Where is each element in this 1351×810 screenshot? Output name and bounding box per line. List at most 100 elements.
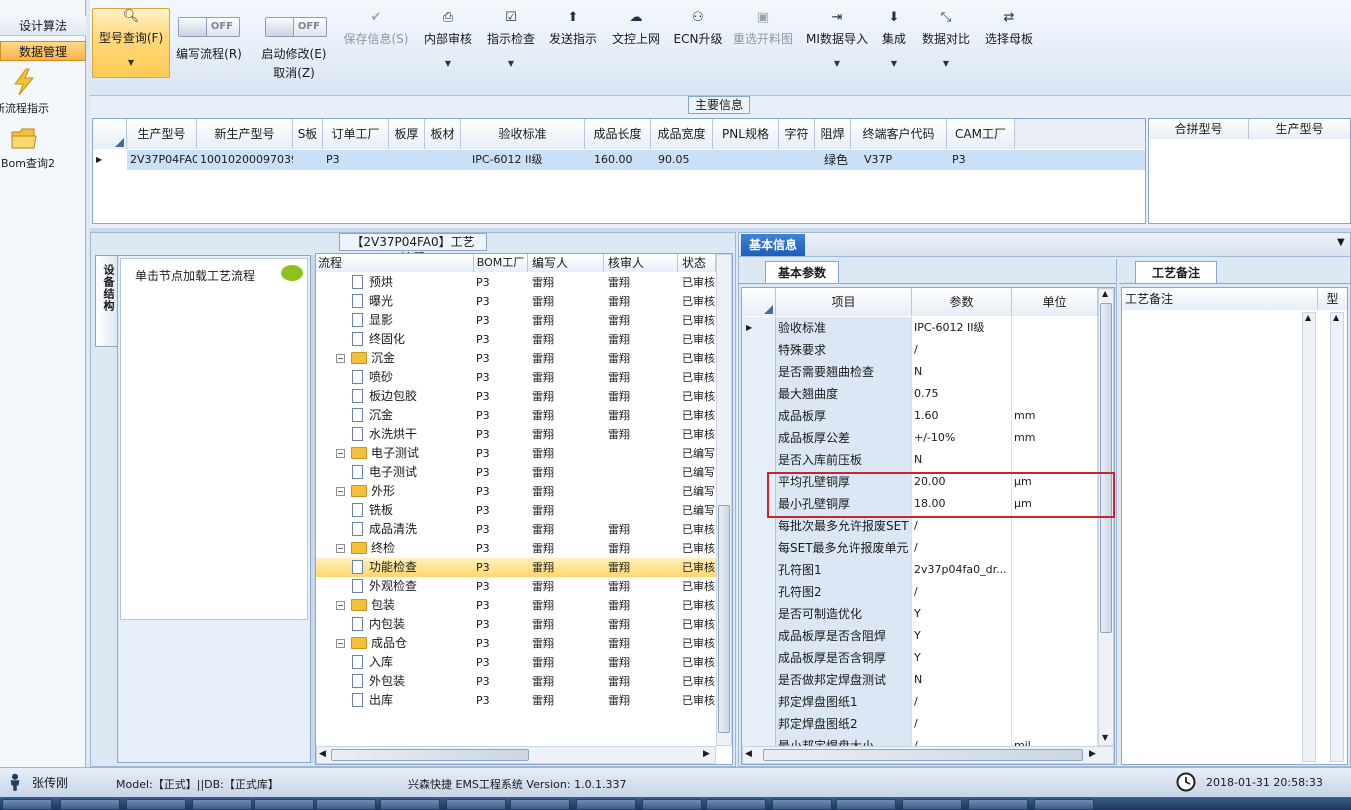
cell-status[interactable]: 已编写 bbox=[682, 501, 716, 520]
cell-param[interactable]: Y bbox=[912, 625, 1012, 647]
tree-row[interactable]: − 外形 P3 雷翔 已编写 bbox=[316, 482, 716, 501]
cell-reviewer[interactable]: 雷翔 bbox=[608, 349, 678, 368]
cell-solder-mask[interactable]: 绿色 bbox=[821, 150, 851, 170]
collapse-icon[interactable]: − bbox=[336, 449, 345, 458]
cell-item[interactable]: 每批次最多允许报废SET bbox=[776, 515, 912, 537]
row-header[interactable] bbox=[742, 581, 776, 603]
collapse-icon[interactable]: − bbox=[336, 544, 345, 553]
taskbar-button[interactable] bbox=[192, 799, 252, 810]
col-header-customer-code[interactable]: 终端客户代码 bbox=[851, 119, 947, 149]
cell-model[interactable]: 2V37P04FA0 bbox=[127, 150, 197, 170]
tree-node[interactable]: 板边包胶 bbox=[352, 387, 474, 406]
tree-row[interactable]: 出库 P3 雷翔 雷翔 已审核 bbox=[316, 691, 716, 710]
taskbar-button[interactable] bbox=[968, 799, 1028, 810]
cell-character[interactable] bbox=[779, 150, 815, 170]
cell-unit[interactable] bbox=[1012, 361, 1098, 383]
col-header-param[interactable]: 参数 bbox=[912, 288, 1012, 316]
tree-row[interactable]: 预烘 P3 雷翔 雷翔 已审核 bbox=[316, 273, 716, 292]
device-structure-tree[interactable]: 单击节点加载工艺流程 bbox=[117, 255, 311, 763]
cell-bom-factory[interactable]: P3 bbox=[476, 558, 526, 577]
send-instruction-button[interactable]: ⬆ 发送指示 bbox=[545, 10, 601, 80]
collapse-icon[interactable]: − bbox=[336, 639, 345, 648]
tree-row[interactable]: − 电子测试 P3 雷翔 已编写 bbox=[316, 444, 716, 463]
chevron-down-icon[interactable]: ▼ bbox=[420, 59, 476, 68]
cell-bom-factory[interactable]: P3 bbox=[476, 463, 526, 482]
cell-unit[interactable] bbox=[1012, 383, 1098, 405]
cell-item[interactable]: 最大翘曲度 bbox=[776, 383, 912, 405]
enable-edit-toggle[interactable]: OFF bbox=[265, 17, 327, 37]
param-row[interactable]: 是否做邦定焊盘测试 N bbox=[742, 669, 1098, 691]
cell-status[interactable]: 已编写 bbox=[682, 463, 716, 482]
col-header-process[interactable]: 流程 bbox=[316, 254, 474, 272]
col-header-solder-mask[interactable]: 阻焊 bbox=[815, 119, 851, 149]
row-header[interactable] bbox=[742, 339, 776, 361]
row-header[interactable] bbox=[742, 361, 776, 383]
col-header-type[interactable]: 型 bbox=[1318, 288, 1347, 310]
chevron-down-icon[interactable]: ▼ bbox=[876, 59, 912, 68]
scroll-left-icon[interactable]: ◀ bbox=[745, 749, 752, 759]
cell-status[interactable]: 已审核 bbox=[682, 596, 716, 615]
cell-bom-factory[interactable]: P3 bbox=[476, 425, 526, 444]
taskbar-button[interactable] bbox=[316, 799, 376, 810]
cell-order-factory[interactable]: P3 bbox=[323, 150, 389, 170]
tree-node[interactable]: 铣板 bbox=[352, 501, 474, 520]
collapse-icon[interactable]: − bbox=[336, 601, 345, 610]
cell-writer[interactable]: 雷翔 bbox=[532, 482, 604, 501]
cell-reviewer[interactable]: 雷翔 bbox=[608, 672, 678, 691]
cell-width[interactable]: 90.05 bbox=[655, 150, 713, 170]
remarks-scrollbar-left[interactable]: ▲ bbox=[1302, 312, 1316, 762]
cell-writer[interactable]: 雷翔 bbox=[532, 539, 604, 558]
cell-param[interactable]: / bbox=[912, 581, 1012, 603]
cell-param[interactable]: IPC-6012 II级 bbox=[912, 317, 1012, 339]
cell-bom-factory[interactable]: P3 bbox=[476, 520, 526, 539]
param-row[interactable]: 最大翘曲度 0.75 bbox=[742, 383, 1098, 405]
row-header[interactable] bbox=[742, 383, 776, 405]
tree-row[interactable]: − 成品仓 P3 雷翔 雷翔 已审核 bbox=[316, 634, 716, 653]
tree-row[interactable]: 功能检查 P3 雷翔 雷翔 已审核 bbox=[316, 558, 716, 577]
taskbar-button[interactable] bbox=[254, 799, 314, 810]
cell-item[interactable]: 孔符图1 bbox=[776, 559, 912, 581]
nav-tab-design-algorithm[interactable]: 设计算法 bbox=[0, 16, 86, 36]
tree-node[interactable]: − 终检 bbox=[336, 539, 474, 558]
cell-item[interactable]: 邦定焊盘图纸1 bbox=[776, 691, 912, 713]
col-header-width[interactable]: 成品宽度 bbox=[651, 119, 713, 149]
tree-row[interactable]: 外观检查 P3 雷翔 雷翔 已审核 bbox=[316, 577, 716, 596]
data-compare-button[interactable]: ⤡ 数据对比 ▼ bbox=[918, 10, 974, 80]
cell-item[interactable]: 成品板厚公差 bbox=[776, 427, 912, 449]
col-header-s-board[interactable]: S板 bbox=[293, 119, 323, 149]
tab-basic-params[interactable]: 基本参数 bbox=[765, 261, 839, 283]
panel-menu-dropdown-icon[interactable]: ▼ bbox=[1337, 237, 1345, 248]
tree-node[interactable]: 沉金 bbox=[352, 406, 474, 425]
param-row[interactable]: 特殊要求 / bbox=[742, 339, 1098, 361]
cell-reviewer[interactable]: 雷翔 bbox=[608, 615, 678, 634]
tree-node[interactable]: 入库 bbox=[352, 653, 474, 672]
enable-edit-button[interactable]: 启动修改(E) 取消(Z) bbox=[255, 45, 333, 80]
tree-node[interactable]: − 外形 bbox=[336, 482, 474, 501]
cell-param[interactable]: / bbox=[912, 537, 1012, 559]
cell-status[interactable]: 已审核 bbox=[682, 558, 716, 577]
chevron-down-icon[interactable]: ▼ bbox=[93, 58, 169, 67]
cell-param[interactable]: Y bbox=[912, 647, 1012, 669]
cell-unit[interactable] bbox=[1012, 339, 1098, 361]
cell-item[interactable]: 是否入库前压板 bbox=[776, 449, 912, 471]
cell-reviewer[interactable]: 雷翔 bbox=[608, 539, 678, 558]
cell-reviewer[interactable]: 雷翔 bbox=[608, 330, 678, 349]
cell-reviewer[interactable]: 雷翔 bbox=[608, 558, 678, 577]
cell-status[interactable]: 已审核 bbox=[682, 539, 716, 558]
col-header-length[interactable]: 成品长度 bbox=[585, 119, 651, 149]
scroll-right-icon[interactable]: ▶ bbox=[703, 749, 710, 759]
cell-status[interactable]: 已审核 bbox=[682, 311, 716, 330]
taskbar-button[interactable] bbox=[902, 799, 962, 810]
instruction-check-button[interactable]: ☑ 指示检查 ▼ bbox=[483, 10, 539, 80]
cell-bom-factory[interactable]: P3 bbox=[476, 653, 526, 672]
cell-bom-factory[interactable]: P3 bbox=[476, 330, 526, 349]
cell-reviewer[interactable] bbox=[608, 501, 678, 520]
tree-row[interactable]: 喷砂 P3 雷翔 雷翔 已审核 bbox=[316, 368, 716, 387]
taskbar-button[interactable] bbox=[706, 799, 766, 810]
tree-row[interactable]: 成品清洗 P3 雷翔 雷翔 已审核 bbox=[316, 520, 716, 539]
cell-reviewer[interactable]: 雷翔 bbox=[608, 292, 678, 311]
cell-writer[interactable]: 雷翔 bbox=[532, 558, 604, 577]
tree-row[interactable]: 水洗烘干 P3 雷翔 雷翔 已审核 bbox=[316, 425, 716, 444]
edit-flow-button[interactable]: 编写流程(R) bbox=[172, 45, 246, 61]
tree-node[interactable]: 终固化 bbox=[352, 330, 474, 349]
